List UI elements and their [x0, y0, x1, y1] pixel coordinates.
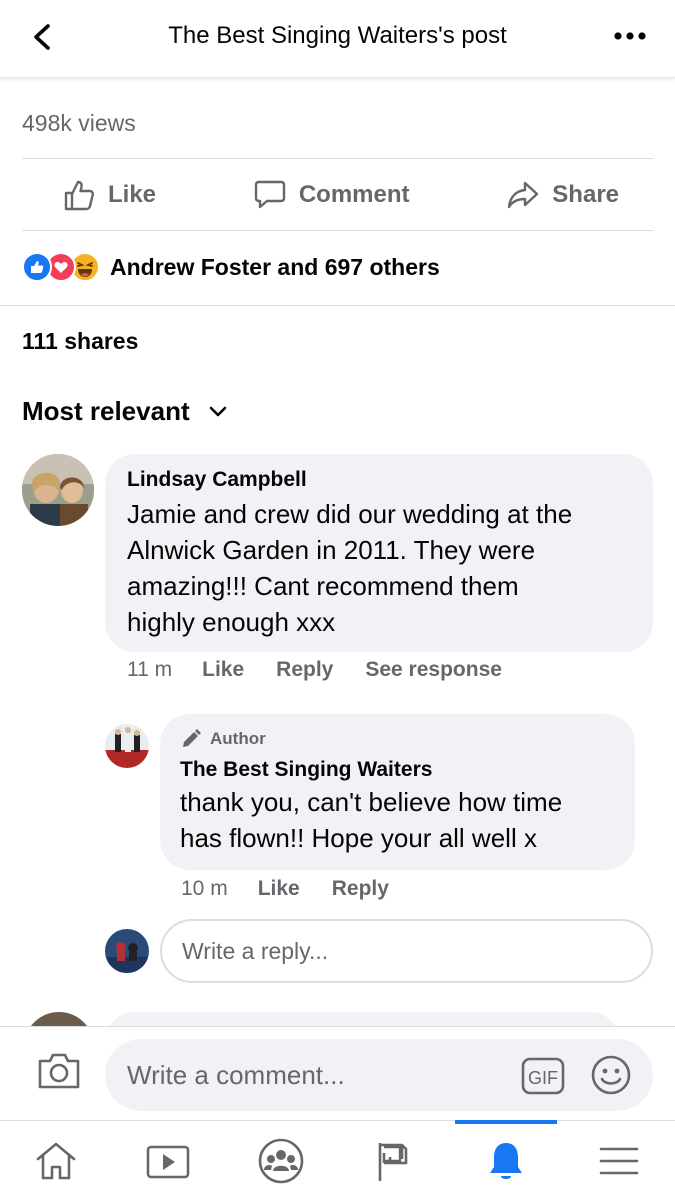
video-play-icon: [146, 1145, 190, 1179]
comment-text-line: highly enough xxx: [127, 607, 336, 637]
page-title: The Best Singing Waiters's post: [168, 22, 507, 49]
flag-icon: [378, 1143, 408, 1181]
reply-text-line: has flown!! Hope your all well x: [180, 823, 537, 853]
tab-home[interactable]: [0, 1121, 112, 1200]
share-arrow-icon: [508, 181, 539, 209]
reply-author[interactable]: The Best Singing Waiters: [180, 758, 615, 782]
like-label: Like: [108, 181, 157, 208]
comment-reply-button[interactable]: Reply: [276, 658, 333, 682]
tab-watch[interactable]: [112, 1121, 224, 1200]
comment-like-button[interactable]: Like: [202, 658, 244, 682]
view-count: 498k views: [22, 110, 136, 136]
comment-text-line: Jamie and crew did our wedding at the: [127, 499, 573, 529]
gif-button[interactable]: GIF: [521, 1057, 565, 1095]
sort-label: Most relevant: [22, 396, 190, 426]
comment-button[interactable]: Comment: [253, 178, 410, 212]
comment-sort-dropdown[interactable]: Most relevant: [22, 396, 228, 427]
reactions-summary[interactable]: Andrew Foster and 697 others: [22, 252, 440, 282]
profile-photo: [22, 454, 94, 526]
camera-icon: [38, 1053, 80, 1089]
more-options-button[interactable]: [613, 26, 647, 46]
comment-text-line: amazing!!! Cant recommend them: [127, 571, 519, 601]
pen-icon: [183, 729, 201, 747]
bottom-tab-bar: [0, 1120, 675, 1200]
top-bar: The Best Singing Waiters's post: [0, 0, 675, 78]
emoji-button[interactable]: [589, 1053, 633, 1097]
avatar[interactable]: [22, 454, 94, 526]
comment-composer: Write a comment... GIF: [0, 1026, 675, 1120]
comment-label: Comment: [298, 181, 410, 208]
camera-button[interactable]: [36, 1049, 82, 1093]
like-reaction-icon: [22, 252, 52, 282]
tab-groups[interactable]: [225, 1121, 337, 1200]
page-profile-photo: [105, 724, 149, 768]
comment-author[interactable]: Lindsay Campbell: [127, 468, 631, 492]
reply-input[interactable]: Write a reply...: [160, 919, 653, 983]
comment-text-line: Alnwick Garden in 2011. They were: [127, 535, 536, 565]
current-user-avatar: [105, 929, 149, 973]
tab-notifications[interactable]: [450, 1121, 562, 1200]
divider: [22, 230, 653, 231]
current-user-photo: [105, 929, 149, 973]
post-actions: Like Comment Share: [22, 160, 653, 230]
smiley-icon: [591, 1055, 631, 1095]
comment-bubble-icon: [254, 180, 286, 209]
reply-time: 10 m: [181, 877, 228, 900]
home-icon: [36, 1142, 76, 1180]
share-label: Share: [552, 181, 619, 208]
author-badge-label: Author: [210, 729, 266, 748]
tab-menu[interactable]: [563, 1121, 675, 1200]
reply-input-placeholder: Write a reply...: [182, 937, 329, 964]
comment-bubble[interactable]: Lindsay Campbell Jamie and crew did our …: [105, 454, 653, 652]
thumbs-up-icon: [64, 180, 95, 211]
reply-meta: 10 m Like Reply: [181, 877, 421, 901]
reactions-label: Andrew Foster and 697 others: [110, 253, 440, 280]
author-badge: Author: [180, 728, 615, 750]
see-response-button[interactable]: See response: [365, 658, 502, 682]
reply-text-line: thank you, can't believe how time: [180, 787, 563, 817]
comment-input[interactable]: Write a comment... GIF: [105, 1039, 653, 1111]
comment-input-placeholder: Write a comment...: [127, 1059, 345, 1090]
gif-icon: GIF: [521, 1057, 565, 1095]
comment-time: 11 m: [127, 658, 173, 681]
bell-icon: [490, 1143, 522, 1179]
hamburger-menu-icon: [599, 1147, 639, 1175]
comment-meta: 11 m Like Reply See response: [127, 658, 534, 682]
divider: [0, 305, 675, 306]
groups-icon: [258, 1138, 304, 1184]
reply-like-button[interactable]: Like: [258, 877, 300, 901]
avatar[interactable]: [105, 724, 149, 768]
share-count[interactable]: 111 shares: [22, 328, 138, 355]
divider: [22, 158, 653, 159]
tab-pages[interactable]: [338, 1121, 450, 1200]
reply-bubble[interactable]: Author The Best Singing Waiters thank yo…: [160, 714, 635, 870]
reply-reply-button[interactable]: Reply: [332, 877, 389, 901]
comment-text: Jamie and crew did our wedding at the Al…: [127, 496, 631, 640]
more-dots-icon: [614, 32, 646, 40]
chevron-down-icon: [209, 406, 226, 416]
reply-text: thank you, can't believe how time has fl…: [180, 784, 615, 856]
gif-label: GIF: [528, 1068, 558, 1088]
like-button[interactable]: Like: [62, 178, 156, 212]
share-button[interactable]: Share: [506, 178, 619, 212]
